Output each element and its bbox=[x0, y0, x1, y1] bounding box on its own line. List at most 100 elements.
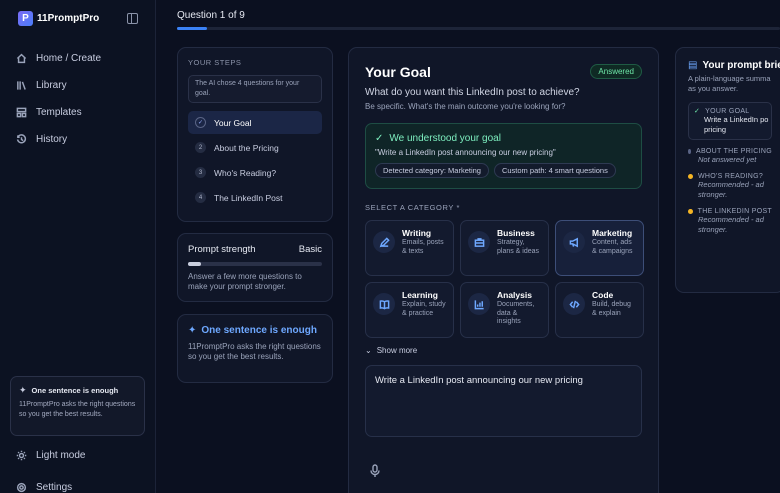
step-about-pricing[interactable]: 2 About the Pricing bbox=[188, 136, 322, 159]
library-icon bbox=[17, 80, 26, 90]
category-writing[interactable]: Writing Emails, posts & texts bbox=[365, 220, 454, 276]
category-desc: Explain, study & practice bbox=[402, 301, 446, 317]
answered-badge: Answered bbox=[590, 64, 642, 79]
chart-icon bbox=[474, 299, 484, 309]
category-chip: Detected category: Marketing bbox=[375, 163, 489, 178]
sidebar-item-history[interactable]: History bbox=[9, 128, 149, 150]
sentence-text: 11PromptPro asks the right questions so … bbox=[188, 342, 321, 361]
steps-panel: YOUR STEPS The AI chose 4 questions for … bbox=[177, 47, 333, 222]
one-sentence-card: ✦ One sentence is enough 11PromptPro ask… bbox=[177, 314, 333, 383]
chevron-down-icon: ⌄ bbox=[365, 346, 372, 355]
step-your-goal[interactable]: ✓ Your Goal bbox=[188, 111, 322, 134]
brief-label: WHO'S READING? bbox=[698, 173, 764, 180]
brief-sub-line: A plain-language summa bbox=[688, 74, 771, 83]
document-icon: ▤ bbox=[688, 60, 698, 71]
question-counter: Question 1 of 9 bbox=[177, 10, 245, 21]
sidebar-item-templates[interactable]: Templates bbox=[9, 101, 149, 123]
question-progress-bar bbox=[177, 27, 780, 30]
sidebar-item-settings[interactable]: Settings bbox=[9, 476, 149, 493]
step-number: 4 bbox=[195, 192, 206, 203]
show-more-button[interactable]: ⌄ Show more bbox=[365, 346, 642, 355]
brief-item-goal[interactable]: ✓ YOUR GOAL Write a LinkedIn po pricing bbox=[688, 102, 772, 140]
question-subtext: Be specific. What's the main outcome you… bbox=[365, 102, 566, 111]
brief-subtitle: A plain-language summa as you answer. bbox=[688, 74, 772, 94]
brief-value: Recommended - ad bbox=[698, 180, 764, 189]
category-code[interactable]: Code Build, debug & explain bbox=[555, 282, 644, 338]
category-business[interactable]: Business Strategy, plans & ideas bbox=[460, 220, 549, 276]
strength-fill bbox=[188, 262, 202, 266]
category-desc: Documents, data & insights bbox=[497, 301, 535, 325]
sidebar-item-home[interactable]: Home / Create bbox=[9, 47, 149, 69]
book-icon bbox=[379, 299, 389, 310]
category-desc: Build, debug & explain bbox=[592, 301, 631, 317]
understood-title-row: ✓ We understood your goal bbox=[375, 133, 632, 144]
brief-item-reading[interactable]: WHO'S READING? Recommended - ad stronger… bbox=[688, 173, 772, 200]
status-dot bbox=[688, 174, 693, 179]
brief-title: Your prompt brief bbox=[702, 60, 780, 71]
category-grid: Writing Emails, posts & texts Business Str… bbox=[365, 220, 644, 338]
progress-fill bbox=[177, 27, 208, 30]
hint-title: One sentence is enough bbox=[31, 386, 119, 395]
step-label: The LinkedIn Post bbox=[214, 192, 283, 203]
sidebar-hint-card: ✦ One sentence is enough 11PromptPro ask… bbox=[10, 376, 145, 436]
sidebar-item-library[interactable]: Library bbox=[9, 74, 149, 96]
category-desc: Content, ads & campaigns bbox=[592, 239, 633, 255]
brief-value: Write a LinkedIn po bbox=[704, 115, 769, 124]
category-marketing[interactable]: Marketing Content, ads & campaigns bbox=[555, 220, 644, 276]
sentence-title-row: ✦ One sentence is enough bbox=[188, 325, 322, 336]
understood-title: We understood your goal bbox=[389, 133, 501, 144]
light-mode-label: Light mode bbox=[36, 449, 86, 461]
step-number: 2 bbox=[195, 142, 206, 153]
brief-value: Not answered yet bbox=[698, 155, 757, 164]
path-chip: Custom path: 4 smart questions bbox=[493, 163, 616, 178]
home-icon bbox=[16, 53, 27, 63]
prompt-brief-panel: ▤ Your prompt brief A plain-language sum… bbox=[675, 47, 780, 293]
status-dot bbox=[688, 209, 693, 214]
steps-title: YOUR STEPS bbox=[188, 58, 242, 67]
strength-bar bbox=[188, 262, 322, 266]
collapse-sidebar-icon[interactable] bbox=[127, 13, 138, 24]
brief-label: THE LINKEDIN POST bbox=[697, 208, 772, 215]
step-whos-reading[interactable]: 3 Who's Reading? bbox=[188, 161, 322, 184]
understood-quote: "Write a LinkedIn post announcing our ne… bbox=[375, 148, 556, 157]
app-logo[interactable]: P 11PromptPro bbox=[18, 11, 99, 26]
category-analysis[interactable]: Analysis Documents, data & insights bbox=[460, 282, 549, 338]
category-learning[interactable]: Learning Explain, study & practice bbox=[365, 282, 454, 338]
briefcase-icon bbox=[474, 237, 484, 247]
select-category-label: SELECT A CATEGORY * bbox=[365, 203, 461, 212]
question-card: Your Goal Answered What do you want this… bbox=[348, 47, 659, 493]
brief-item-post[interactable]: THE LINKEDIN POST Recommended - ad stron… bbox=[688, 208, 772, 235]
sidebar-item-label: Home / Create bbox=[36, 52, 102, 64]
check-icon: ✓ bbox=[375, 133, 384, 144]
light-mode-toggle[interactable]: Light mode bbox=[9, 444, 149, 466]
step-linkedin-post[interactable]: 4 The LinkedIn Post bbox=[188, 186, 322, 209]
hint-title-row: ✦ One sentence is enough bbox=[19, 385, 136, 396]
sparkle-icon: ✦ bbox=[19, 385, 27, 395]
category-name: Code bbox=[592, 290, 614, 300]
logo-mark: P bbox=[18, 11, 33, 26]
sidebar-item-label: History bbox=[36, 133, 68, 145]
templates-icon bbox=[16, 107, 27, 117]
step-label: Who's Reading? bbox=[214, 167, 277, 178]
category-desc: Strategy, plans & ideas bbox=[497, 239, 540, 255]
question-text: What do you want this LinkedIn post to a… bbox=[365, 87, 580, 98]
show-more-label: Show more bbox=[376, 346, 418, 355]
strength-text: Answer a few more questions to make your… bbox=[188, 272, 302, 291]
goal-input[interactable]: Write a LinkedIn post announcing our new… bbox=[365, 365, 642, 437]
sun-icon bbox=[16, 450, 27, 460]
brief-item-pricing[interactable]: ABOUT THE PRICING Not answered yet bbox=[688, 148, 772, 165]
settings-label: Settings bbox=[36, 481, 73, 493]
brief-value: Recommended - ad bbox=[698, 215, 764, 224]
brief-value: stronger. bbox=[698, 190, 728, 199]
category-name: Learning bbox=[402, 290, 438, 300]
hint-text: 11PromptPro asks the right questions so … bbox=[19, 401, 136, 418]
understood-goal-box: ✓ We understood your goal "Write a Linke… bbox=[365, 123, 642, 189]
prompt-strength-card: Prompt strength Basic Answer a few more … bbox=[177, 233, 333, 302]
microphone-icon[interactable] bbox=[369, 464, 381, 478]
check-icon: ✓ bbox=[195, 117, 206, 128]
brief-sub-line: as you answer. bbox=[688, 84, 739, 93]
category-name: Marketing bbox=[592, 228, 633, 238]
check-icon: ✓ bbox=[694, 108, 701, 115]
brief-label: ABOUT THE PRICING bbox=[695, 148, 772, 155]
category-name: Analysis bbox=[497, 290, 532, 300]
